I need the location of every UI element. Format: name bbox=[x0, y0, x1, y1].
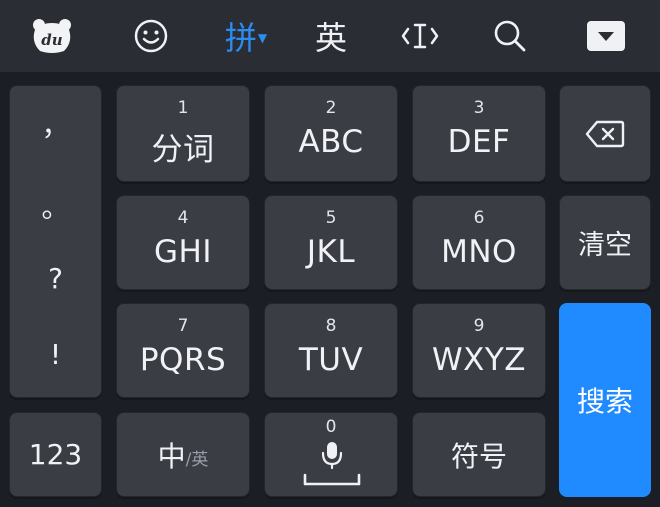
numbers-key[interactable]: 123 bbox=[9, 412, 102, 497]
key-3-label: DEF bbox=[447, 124, 511, 160]
key-4-label: GHI bbox=[154, 234, 212, 270]
space-key-number: 0 bbox=[325, 417, 337, 437]
key-8-label: TUV bbox=[298, 342, 364, 378]
du-logo-text: du bbox=[41, 31, 62, 49]
space-voice-key[interactable]: 0 bbox=[264, 412, 398, 497]
language-main-label: 中 bbox=[157, 439, 186, 473]
numbers-key-label: 123 bbox=[28, 438, 83, 471]
key-7-label: PQRS bbox=[139, 342, 227, 378]
du-logo-icon: du bbox=[33, 19, 71, 53]
space-bar-icon bbox=[303, 473, 361, 486]
key-2[interactable]: 2 ABC bbox=[264, 85, 398, 182]
period-key[interactable]: 。 bbox=[10, 186, 101, 226]
key-6[interactable]: 6 MNO bbox=[412, 195, 546, 290]
microphone-icon bbox=[321, 442, 343, 470]
key-1-number: 1 bbox=[177, 98, 189, 118]
clear-key[interactable]: 清空 bbox=[559, 195, 651, 290]
key-1-label: 分词 bbox=[151, 132, 215, 168]
smiley-face-icon bbox=[134, 19, 168, 53]
search-key[interactable]: 搜索 bbox=[559, 303, 651, 497]
dropdown-caret-icon: ▼ bbox=[257, 31, 268, 45]
emoji-button[interactable] bbox=[115, 0, 187, 72]
backspace-icon bbox=[585, 120, 625, 147]
key-7-number: 7 bbox=[177, 316, 189, 336]
collapse-keyboard-icon bbox=[587, 21, 625, 51]
search-button[interactable] bbox=[474, 0, 546, 72]
cursor-move-button[interactable] bbox=[384, 0, 456, 72]
comma-key[interactable]: ， bbox=[10, 104, 101, 144]
symbols-key-label: 符号 bbox=[450, 439, 507, 473]
clear-key-label: 清空 bbox=[578, 230, 632, 261]
key-4[interactable]: 4 GHI bbox=[116, 195, 250, 290]
backspace-key[interactable] bbox=[559, 85, 651, 182]
exclamation-key[interactable]: ! bbox=[10, 338, 101, 371]
language-alt-label: /英 bbox=[185, 450, 209, 470]
key-2-number: 2 bbox=[325, 98, 337, 118]
key-6-number: 6 bbox=[473, 208, 485, 228]
du-logo-button[interactable]: du bbox=[16, 0, 88, 72]
symbols-key[interactable]: 符号 bbox=[412, 412, 546, 497]
search-icon bbox=[494, 20, 526, 52]
key-5-number: 5 bbox=[325, 208, 337, 228]
key-7[interactable]: 7 PQRS bbox=[116, 303, 250, 398]
key-4-number: 4 bbox=[177, 208, 189, 228]
key-9-label: WXYZ bbox=[431, 342, 527, 378]
pinyin-mode-button[interactable]: 拼 ▼ bbox=[210, 0, 282, 72]
punctuation-column: ， 。 ? ! bbox=[9, 85, 102, 398]
key-9-number: 9 bbox=[473, 316, 485, 336]
key-9[interactable]: 9 WXYZ bbox=[412, 303, 546, 398]
key-5-label: JKL bbox=[306, 234, 356, 270]
key-3-number: 3 bbox=[473, 98, 485, 118]
keyboard-toolbar: du 拼 ▼ 英 bbox=[0, 0, 660, 72]
key-6-label: MNO bbox=[441, 234, 517, 270]
english-mode-button[interactable]: 英 bbox=[295, 0, 367, 72]
text-cursor-icon bbox=[401, 23, 439, 49]
question-key[interactable]: ? bbox=[10, 262, 101, 295]
english-mode-label: 英 bbox=[314, 19, 347, 57]
key-5[interactable]: 5 JKL bbox=[264, 195, 398, 290]
key-8-number: 8 bbox=[325, 316, 337, 336]
key-8[interactable]: 8 TUV bbox=[264, 303, 398, 398]
key-1[interactable]: 1 分词 bbox=[116, 85, 250, 182]
pinyin-mode-label: 拼 bbox=[224, 19, 257, 57]
key-2-label: ABC bbox=[298, 124, 364, 160]
language-switch-key[interactable]: 中 /英 bbox=[116, 412, 250, 497]
key-3[interactable]: 3 DEF bbox=[412, 85, 546, 182]
search-key-label: 搜索 bbox=[576, 385, 633, 418]
collapse-keyboard-button[interactable] bbox=[570, 0, 642, 72]
